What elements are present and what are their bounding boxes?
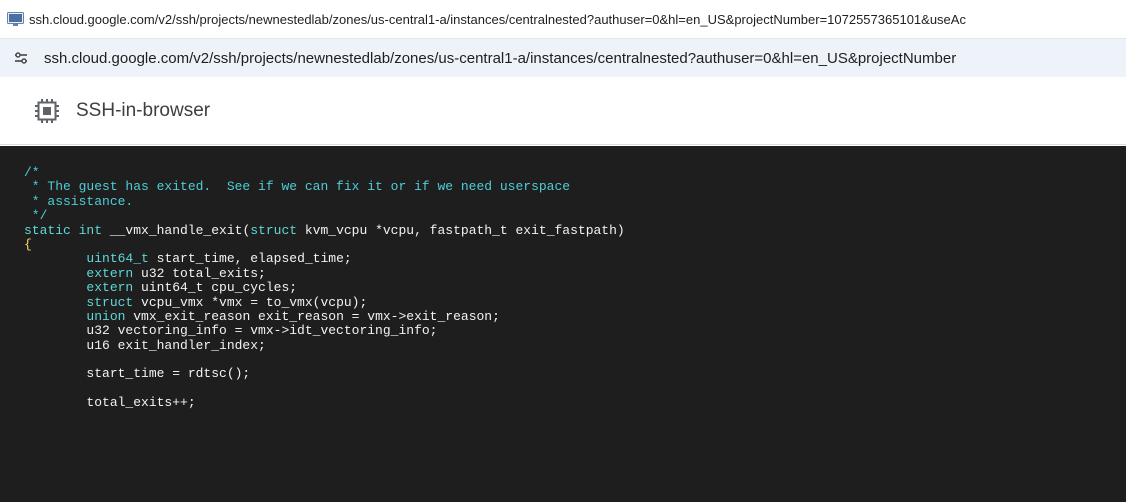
- code-token: */: [24, 208, 48, 224]
- code-token: * The guest has exited. See if we can fi…: [24, 179, 571, 195]
- code-token: kvm_vcpu *vcpu, fastpath_t exit_fastpath…: [297, 222, 625, 238]
- terminal-line: * The guest has exited. See if we can fi…: [24, 180, 625, 194]
- window-titlebar: ssh.cloud.google.com/v2/ssh/projects/new…: [0, 0, 1126, 39]
- terminal-line: union vmx_exit_reason exit_reason = vmx-…: [24, 308, 625, 324]
- code-token: total_exits++;: [24, 395, 196, 411]
- app-header: SSH-in-browser: [0, 78, 1126, 145]
- url-text[interactable]: ssh.cloud.google.com/v2/ssh/projects/new…: [44, 50, 956, 67]
- code-token: struct: [250, 222, 298, 238]
- terminal[interactable]: /* * The guest has exited. See if we can…: [0, 146, 1126, 502]
- terminal-line: struct vcpu_vmx *vmx = to_vmx(vcpu);: [24, 294, 625, 310]
- code-token: extern: [86, 265, 134, 281]
- terminal-line: static int __vmx_handle_exit(struct kvm_…: [24, 222, 625, 238]
- window-title: ssh.cloud.google.com/v2/ssh/projects/new…: [29, 11, 966, 27]
- code-token: static int: [24, 222, 103, 238]
- code-token: u32 vectoring_info = vmx->idt_vectoring_…: [24, 323, 438, 339]
- code-token: {: [24, 236, 32, 252]
- terminal-line: extern uint64_t cpu_cycles;: [24, 280, 625, 296]
- code-token: u16 exit_handler_index;: [24, 337, 266, 353]
- code-token: * assistance.: [24, 193, 134, 209]
- terminal-line: extern u32 total_exits;: [24, 265, 625, 281]
- terminal-line: u16 exit_handler_index;: [24, 337, 625, 353]
- code-token: vcpu_vmx *vmx = to_vmx(vcpu);: [133, 294, 368, 310]
- terminal-line: /*: [24, 165, 625, 180]
- code-token: start_time = rdtsc();: [24, 366, 251, 382]
- app-title: SSH-in-browser: [76, 100, 211, 121]
- chip-icon: [34, 98, 60, 124]
- terminal-window-icon: [6, 10, 24, 28]
- terminal-line: uint64_t start_time, elapsed_time;: [24, 252, 625, 266]
- terminal-output: /* * The guest has exited. See if we can…: [24, 165, 625, 411]
- code-token: vmx_exit_reason exit_reason = vmx->exit_…: [125, 308, 500, 324]
- terminal-line: * assistance.: [24, 193, 625, 209]
- code-token: u32 total_exits;: [133, 265, 266, 281]
- terminal-line: {: [24, 236, 625, 252]
- code-token: uint64_t: [86, 251, 149, 267]
- terminal-line: */: [24, 208, 625, 224]
- address-bar[interactable]: ssh.cloud.google.com/v2/ssh/projects/new…: [0, 39, 1126, 77]
- tune-icon[interactable]: [10, 47, 32, 69]
- code-token: struct: [86, 294, 134, 310]
- code-token: __vmx_handle_exit(: [102, 222, 251, 238]
- code-token: start_time, elapsed_time;: [148, 251, 352, 267]
- terminal-line: total_exits++;: [24, 396, 625, 410]
- code-token: extern: [86, 280, 134, 296]
- code-token: /*: [24, 165, 40, 180]
- terminal-line: start_time = rdtsc();: [24, 367, 625, 381]
- code-token: union: [86, 308, 126, 324]
- code-token: uint64_t cpu_cycles;: [133, 280, 298, 296]
- terminal-line: u32 vectoring_info = vmx->idt_vectoring_…: [24, 324, 625, 338]
